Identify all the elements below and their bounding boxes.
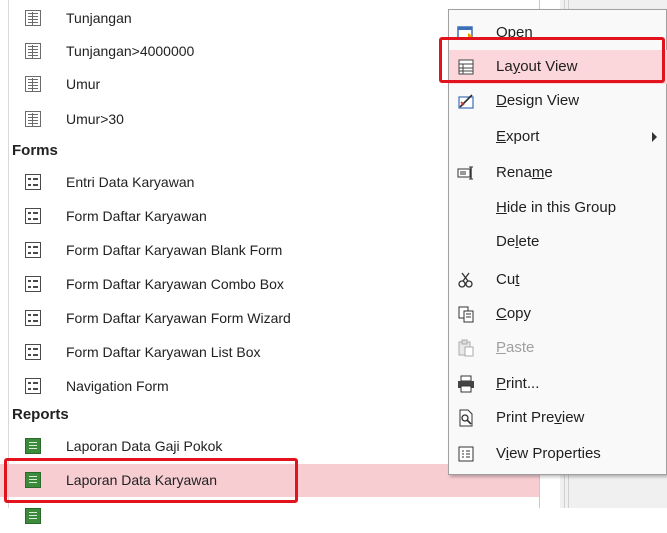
menu-item-export[interactable]: Export	[449, 120, 667, 154]
menu-item-print[interactable]: Print...	[449, 367, 667, 401]
query-icon	[25, 43, 41, 59]
nav-item-label: Tunjangan>4000000	[66, 43, 195, 59]
menu-item-label: Rename	[496, 164, 553, 181]
form-icon	[25, 242, 41, 258]
print-preview-icon	[457, 409, 475, 427]
menu-item-cut[interactable]: Cut	[449, 263, 667, 297]
menu-item-label: Design View	[496, 92, 580, 109]
section-header-reports[interactable]: Reports	[12, 403, 69, 427]
menu-item-view-properties[interactable]: View Properties	[449, 437, 667, 471]
menu-item-paste[interactable]: Paste	[449, 331, 667, 365]
menu-item-open[interactable]: Open	[449, 16, 667, 50]
form-icon	[25, 174, 41, 190]
menu-item-label: Layout View	[496, 58, 578, 75]
scissors-icon	[457, 271, 475, 289]
context-menu: Open Layout View Design View Export Rena…	[448, 9, 667, 475]
menu-item-label: Export	[496, 128, 540, 145]
nav-item-label: Form Daftar Karyawan Form Wizard	[66, 310, 291, 326]
nav-item-label: Laporan Data Gaji Pokok	[66, 438, 223, 454]
menu-item-rename[interactable]: Rename	[449, 156, 667, 190]
menu-item-label: Paste	[496, 339, 535, 356]
nav-item-label: Form Daftar Karyawan Blank Form	[66, 242, 283, 258]
layout-view-icon	[457, 58, 475, 76]
menu-item-label: Cut	[496, 271, 520, 288]
nav-item-report[interactable]	[0, 500, 540, 533]
nav-item-label: Umur	[66, 76, 101, 92]
query-icon	[25, 10, 41, 26]
menu-item-label: Open	[496, 24, 533, 41]
rename-icon	[457, 164, 475, 182]
properties-icon	[457, 445, 475, 463]
paste-icon	[457, 339, 475, 357]
menu-item-label: Delete	[496, 233, 540, 250]
section-header-forms[interactable]: Forms	[12, 139, 58, 163]
menu-item-delete[interactable]: Delete	[449, 225, 667, 259]
nav-item-label: Laporan Data Karyawan	[66, 472, 217, 488]
menu-item-label: Print Preview	[496, 409, 585, 426]
form-icon	[25, 276, 41, 292]
report-icon	[25, 472, 41, 488]
menu-item-label: Hide in this Group	[496, 199, 617, 216]
menu-item-layout-view[interactable]: Layout View	[449, 50, 667, 84]
nav-item-label: Tunjangan	[66, 10, 132, 26]
nav-item-label: Navigation Form	[66, 378, 169, 394]
query-icon	[25, 76, 41, 92]
nav-item-label: Entri Data Karyawan	[66, 174, 195, 190]
report-icon	[25, 438, 41, 454]
report-icon	[25, 508, 41, 524]
design-view-icon	[457, 92, 475, 110]
menu-item-label: Print...	[496, 375, 540, 392]
copy-icon	[457, 305, 475, 323]
nav-item-label: Umur>30	[66, 111, 124, 127]
printer-icon	[457, 375, 475, 393]
form-icon	[25, 378, 41, 394]
form-icon	[25, 208, 41, 224]
nav-item-label: Form Daftar Karyawan List Box	[66, 344, 261, 360]
form-icon	[25, 344, 41, 360]
menu-item-hide-in-group[interactable]: Hide in this Group	[449, 191, 667, 225]
menu-item-print-preview[interactable]: Print Preview	[449, 401, 667, 435]
nav-item-label: Form Daftar Karyawan	[66, 208, 207, 224]
submenu-arrow-icon	[652, 132, 657, 142]
form-icon	[25, 310, 41, 326]
query-icon	[25, 111, 41, 127]
menu-item-label: View Properties	[496, 445, 601, 462]
menu-item-copy[interactable]: Copy	[449, 297, 667, 331]
menu-item-label: Copy	[496, 305, 532, 322]
nav-item-label: Form Daftar Karyawan Combo Box	[66, 276, 284, 292]
menu-item-design-view[interactable]: Design View	[449, 84, 667, 118]
open-icon	[457, 24, 475, 42]
